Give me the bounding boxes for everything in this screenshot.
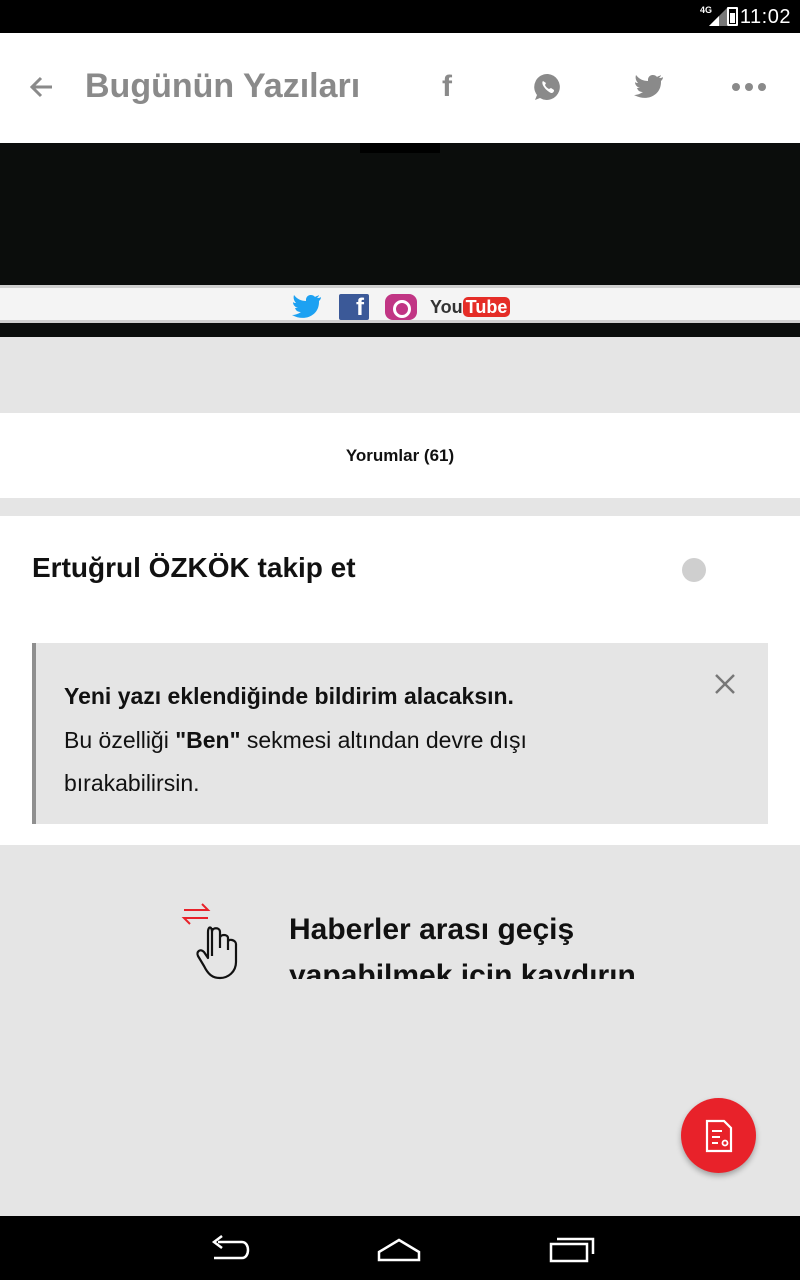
article-fab-button[interactable]	[681, 1098, 756, 1173]
follow-toggle[interactable]	[682, 558, 706, 582]
signal-icon	[709, 8, 727, 26]
info-line2-prefix: Bu özelliği	[64, 727, 176, 753]
twitter-icon	[634, 74, 663, 98]
status-bar: 4G 11:02	[0, 0, 800, 33]
more-icon	[732, 83, 766, 91]
status-time: 11:02	[739, 6, 791, 28]
info-line2-suffix: sekmesi altından devre dışı	[240, 727, 527, 753]
document-icon	[705, 1119, 732, 1152]
facebook-logo-icon: f	[339, 294, 369, 321]
youtube-logo-icon: You Tube	[430, 294, 511, 320]
whatsapp-share-button[interactable]	[530, 69, 566, 105]
nav-home-icon[interactable]	[375, 1234, 423, 1264]
battery-icon	[727, 7, 738, 26]
twitter-logo-icon	[292, 294, 321, 318]
facebook-share-button[interactable]: f	[429, 69, 465, 105]
comments-button[interactable]: Yorumlar (61)	[0, 413, 800, 498]
close-icon[interactable]	[712, 671, 738, 697]
follow-label: Ertuğrul ÖZKÖK takip et	[32, 552, 356, 583]
more-options-button[interactable]	[731, 69, 767, 105]
social-strip: f You Tube	[0, 285, 800, 323]
instagram-logo-icon	[385, 294, 417, 320]
swipe-hand-icon	[181, 903, 238, 980]
youtube-tube: Tube	[462, 297, 511, 317]
nav-recent-apps-icon[interactable]	[547, 1234, 595, 1264]
back-arrow-icon[interactable]	[26, 69, 58, 105]
notification-info-box: Yeni yazı eklendiğinde bildirim alacaksı…	[32, 643, 768, 824]
follow-section: Ertuğrul ÖZKÖK takip et Yeni yazı eklend…	[0, 516, 800, 845]
whatsapp-icon	[534, 73, 560, 100]
video-banner[interactable]: f You Tube	[0, 143, 800, 337]
navigation-bar	[0, 1216, 800, 1280]
info-line-2: Bu özelliği "Ben" sekmesi altından devre…	[64, 727, 527, 754]
swipe-hint: Haberler arası geçiş yapabilmek için kay…	[0, 845, 800, 1216]
info-headline: Yeni yazı eklendiğinde bildirim alacaksı…	[64, 683, 514, 709]
youtube-you: You	[430, 297, 463, 317]
twitter-share-button[interactable]	[631, 69, 667, 105]
facebook-icon: f	[442, 70, 452, 103]
banner-tab	[360, 143, 440, 153]
swipe-hint-text: Haberler arası geçiş yapabilmek için kay…	[289, 913, 636, 979]
page-title: Bugünün Yazıları	[85, 67, 361, 105]
toolbar: Bugünün Yazıları f	[0, 33, 800, 143]
info-line-3: bırakabilirsin.	[64, 770, 200, 796]
screen: 4G 11:02 Bugünün Yazıları f f You Tube Y…	[0, 0, 800, 1280]
comments-label: Yorumlar (61)	[345, 445, 455, 465]
info-line2-bold: "Ben"	[175, 727, 241, 753]
nav-back-icon[interactable]	[206, 1234, 254, 1264]
